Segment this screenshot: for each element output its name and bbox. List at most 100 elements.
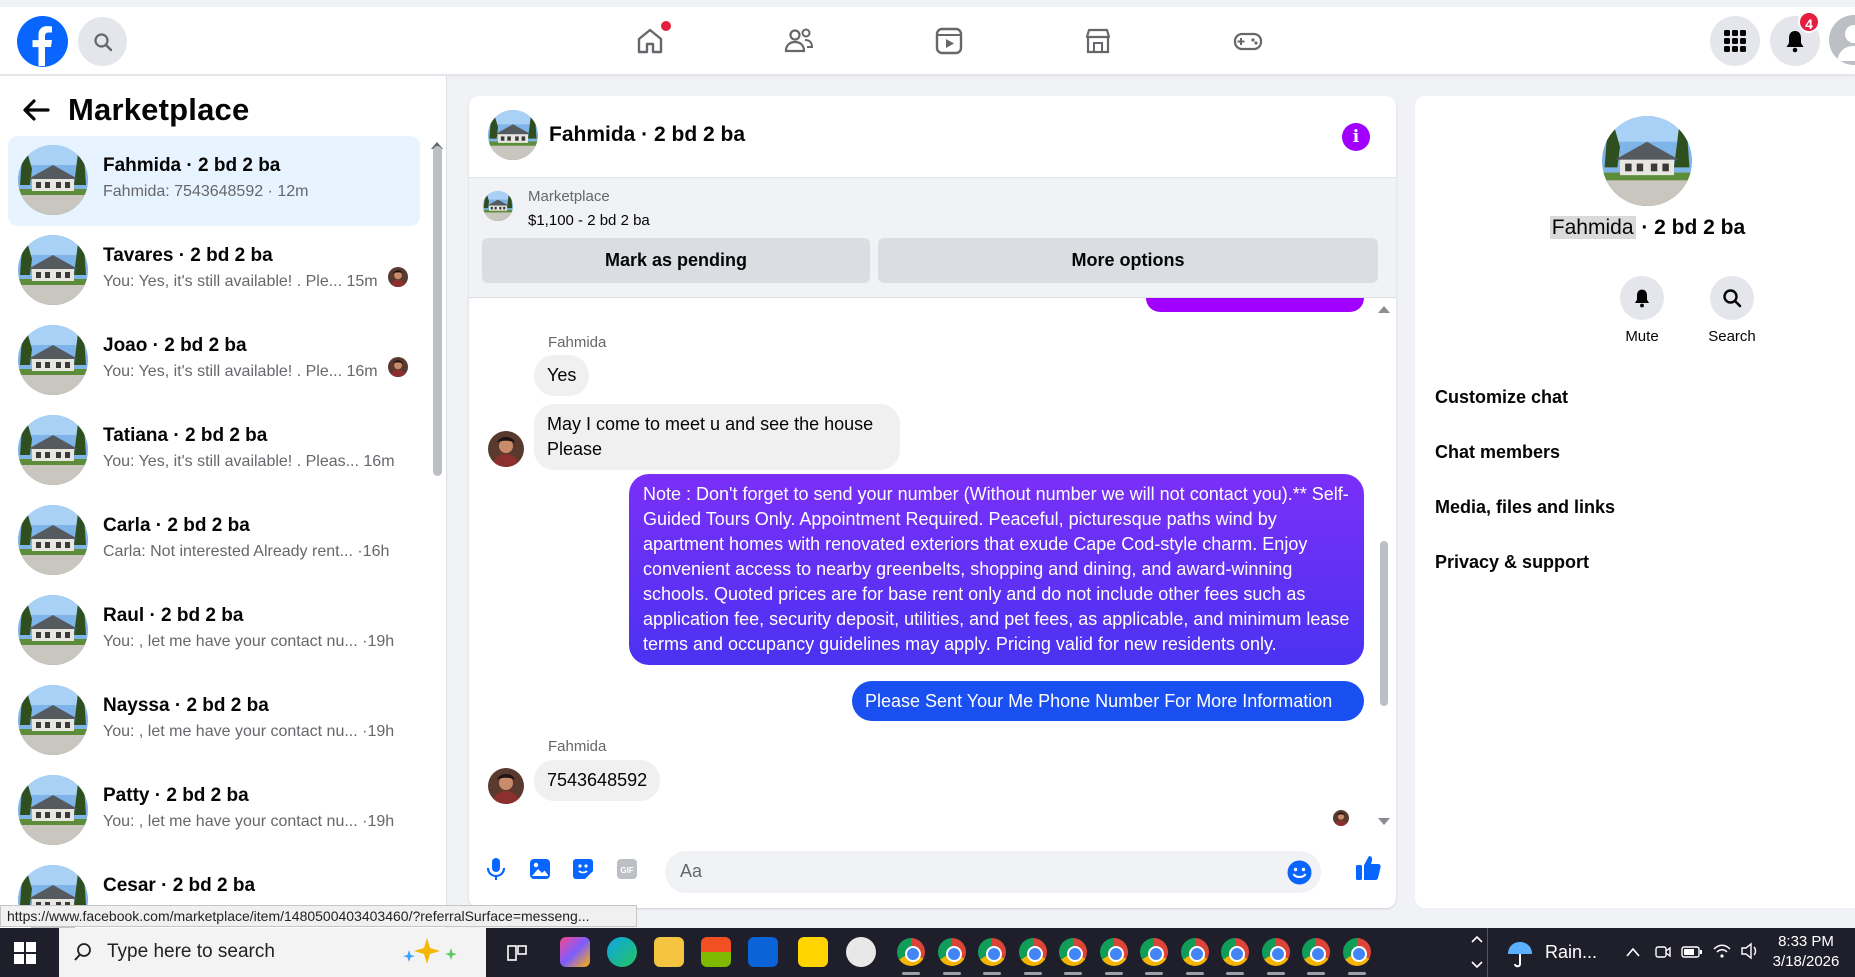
nav-video[interactable] — [929, 21, 969, 61]
details-title-rest: · 2 bd 2 ba — [1635, 216, 1746, 239]
outgoing-message[interactable]: Note : Don't forget to send your number … — [629, 474, 1364, 665]
sticker-button[interactable] — [569, 855, 597, 883]
voice-clip-button[interactable] — [482, 855, 510, 883]
search-action[interactable]: Search — [1692, 276, 1772, 345]
microsoft-store-icon[interactable] — [701, 937, 731, 967]
mark-as-pending-button[interactable]: Mark as pending — [482, 238, 870, 283]
running-indicator — [1226, 972, 1244, 975]
chevron-up-icon[interactable] — [1625, 946, 1641, 958]
taskbar-search-box[interactable]: Type here to search — [59, 928, 486, 977]
marketplace-label: Marketplace — [528, 188, 610, 205]
section-label: Privacy & support — [1435, 552, 1590, 572]
message-composer: GIF Aa — [469, 841, 1396, 901]
listing-thumbnail[interactable] — [483, 191, 513, 221]
conversation-name: Carla · 2 bd 2 ba — [103, 515, 250, 536]
conversation-item[interactable]: Fahmida · 2 bd 2 ba Fahmida: 7543648592 ·… — [8, 136, 420, 226]
home-notification-dot — [661, 21, 671, 31]
conversation-snippet: Carla: Not interested Already rent... ·1… — [103, 543, 390, 560]
meet-now-icon[interactable] — [1654, 943, 1672, 961]
chat-scrollbar[interactable] — [1380, 541, 1388, 706]
info-icon[interactable]: i — [1342, 123, 1370, 151]
nav-friends[interactable] — [779, 21, 819, 61]
conversation-item[interactable]: Nayssa · 2 bd 2 ba You: , let me have you… — [8, 676, 420, 766]
attach-photo-button[interactable] — [526, 855, 554, 883]
running-indicator — [1064, 972, 1082, 975]
scroll-down-arrow[interactable] — [1378, 818, 1390, 825]
task-view-icon[interactable] — [506, 942, 528, 964]
system-clock[interactable]: 8:33 PM 3/18/2026 — [1766, 932, 1846, 972]
wifi-icon[interactable] — [1712, 942, 1732, 960]
section-customize-chat[interactable]: Customize chat — [1435, 387, 1855, 417]
windows-start-icon[interactable] — [14, 942, 36, 964]
volume-icon[interactable] — [1740, 942, 1760, 960]
chrome-icon[interactable] — [978, 938, 1006, 966]
chrome-icon[interactable] — [1261, 938, 1290, 966]
chrome-icon[interactable] — [1059, 938, 1087, 966]
emoji-icon[interactable] — [1287, 860, 1312, 885]
outgoing-message[interactable]: Please Sent Your Me Phone Number For Mor… — [852, 681, 1364, 721]
gif-button[interactable]: GIF — [613, 855, 641, 883]
chrome-icon[interactable] — [1018, 938, 1047, 966]
conversation-item[interactable]: Carla · 2 bd 2 ba Carla: Not interested A… — [8, 496, 420, 586]
weather-text[interactable]: Rain... — [1545, 942, 1597, 963]
mute-action[interactable]: Mute — [1602, 276, 1682, 345]
profile-avatar[interactable] — [1829, 15, 1855, 65]
chrome-icon[interactable] — [897, 938, 925, 966]
conversation-snippet: Fahmida: 7543648592 · 12m — [103, 183, 309, 200]
section-chat-members[interactable]: Chat members — [1435, 442, 1855, 472]
chrome-icon[interactable] — [1140, 938, 1168, 966]
more-options-button[interactable]: More options — [878, 238, 1378, 283]
chrome-icon[interactable] — [1342, 938, 1371, 966]
conversation-item[interactable]: Tavares · 2 bd 2 ba You: Yes, it's still … — [8, 226, 420, 316]
microphone-icon — [486, 858, 506, 880]
clock-date: 3/18/2026 — [1772, 953, 1840, 970]
details-title-highlighted: Fahmida — [1549, 216, 1636, 239]
chat-listing-thumbnail[interactable] — [488, 110, 538, 160]
search-icon — [1723, 289, 1742, 308]
umbrella-icon — [1508, 942, 1532, 968]
message-input[interactable]: Aa — [665, 851, 1321, 893]
incoming-message[interactable]: May I come to meet u and see the house P… — [534, 404, 900, 470]
chevron-up-icon[interactable] — [1471, 934, 1483, 970]
nav-marketplace[interactable] — [1078, 21, 1118, 61]
listing-price[interactable]: $1,100 - 2 bd 2 ba — [528, 212, 650, 229]
chrome-icon[interactable] — [1221, 938, 1249, 966]
battery-icon[interactable] — [1681, 944, 1703, 960]
incoming-message[interactable]: Yes — [534, 355, 590, 396]
conversation-item[interactable]: Patty · 2 bd 2 ba You: , let me have your… — [8, 766, 420, 856]
conversation-name: Fahmida · 2 bd 2 ba — [103, 155, 281, 176]
sender-avatar[interactable] — [488, 431, 524, 467]
conversation-thumbnail — [18, 415, 88, 485]
sticky-notes-icon[interactable] — [798, 937, 828, 967]
conversation-item[interactable]: Joao · 2 bd 2 ba You: Yes, it's still ava… — [8, 316, 420, 406]
menu-button[interactable] — [1710, 16, 1760, 66]
conversation-thumbnail — [18, 505, 88, 575]
scroll-up-arrow[interactable] — [1378, 306, 1390, 313]
copilot-icon[interactable] — [560, 937, 590, 967]
nav-gaming[interactable] — [1228, 21, 1268, 61]
back-button[interactable] — [22, 98, 50, 127]
like-button[interactable] — [1352, 852, 1384, 884]
incoming-message[interactable]: 7543648592 — [534, 760, 661, 801]
section-privacy-support[interactable]: Privacy & support — [1435, 552, 1855, 582]
conversation-thumbnail — [18, 145, 88, 215]
chat-title[interactable]: Fahmida · 2 bd 2 ba — [549, 123, 745, 147]
chrome-icon[interactable] — [1180, 938, 1209, 966]
file-explorer-icon[interactable] — [654, 937, 684, 967]
mail-icon[interactable] — [748, 937, 778, 967]
chrome-icon[interactable] — [937, 938, 966, 966]
sender-avatar[interactable] — [488, 768, 524, 804]
section-media-files-links[interactable]: Media, files and links — [1435, 497, 1855, 527]
conversation-item[interactable]: Raul · 2 bd 2 ba You: , let me have your … — [8, 586, 420, 676]
paint-icon[interactable] — [846, 937, 876, 967]
chrome-icon[interactable] — [1099, 938, 1128, 966]
edge-icon[interactable] — [607, 937, 637, 967]
details-listing-thumbnail[interactable] — [1602, 116, 1692, 206]
search-button[interactable] — [78, 17, 127, 66]
conversation-item[interactable]: Tatiana · 2 bd 2 ba You: Yes, it's still … — [8, 406, 420, 496]
facebook-logo[interactable] — [17, 16, 68, 67]
chrome-icon[interactable] — [1302, 938, 1330, 966]
sidebar-scrollbar[interactable] — [433, 146, 442, 476]
search-label: Search — [1708, 328, 1756, 345]
conversation-name: Tatiana · 2 bd 2 ba — [103, 425, 268, 446]
